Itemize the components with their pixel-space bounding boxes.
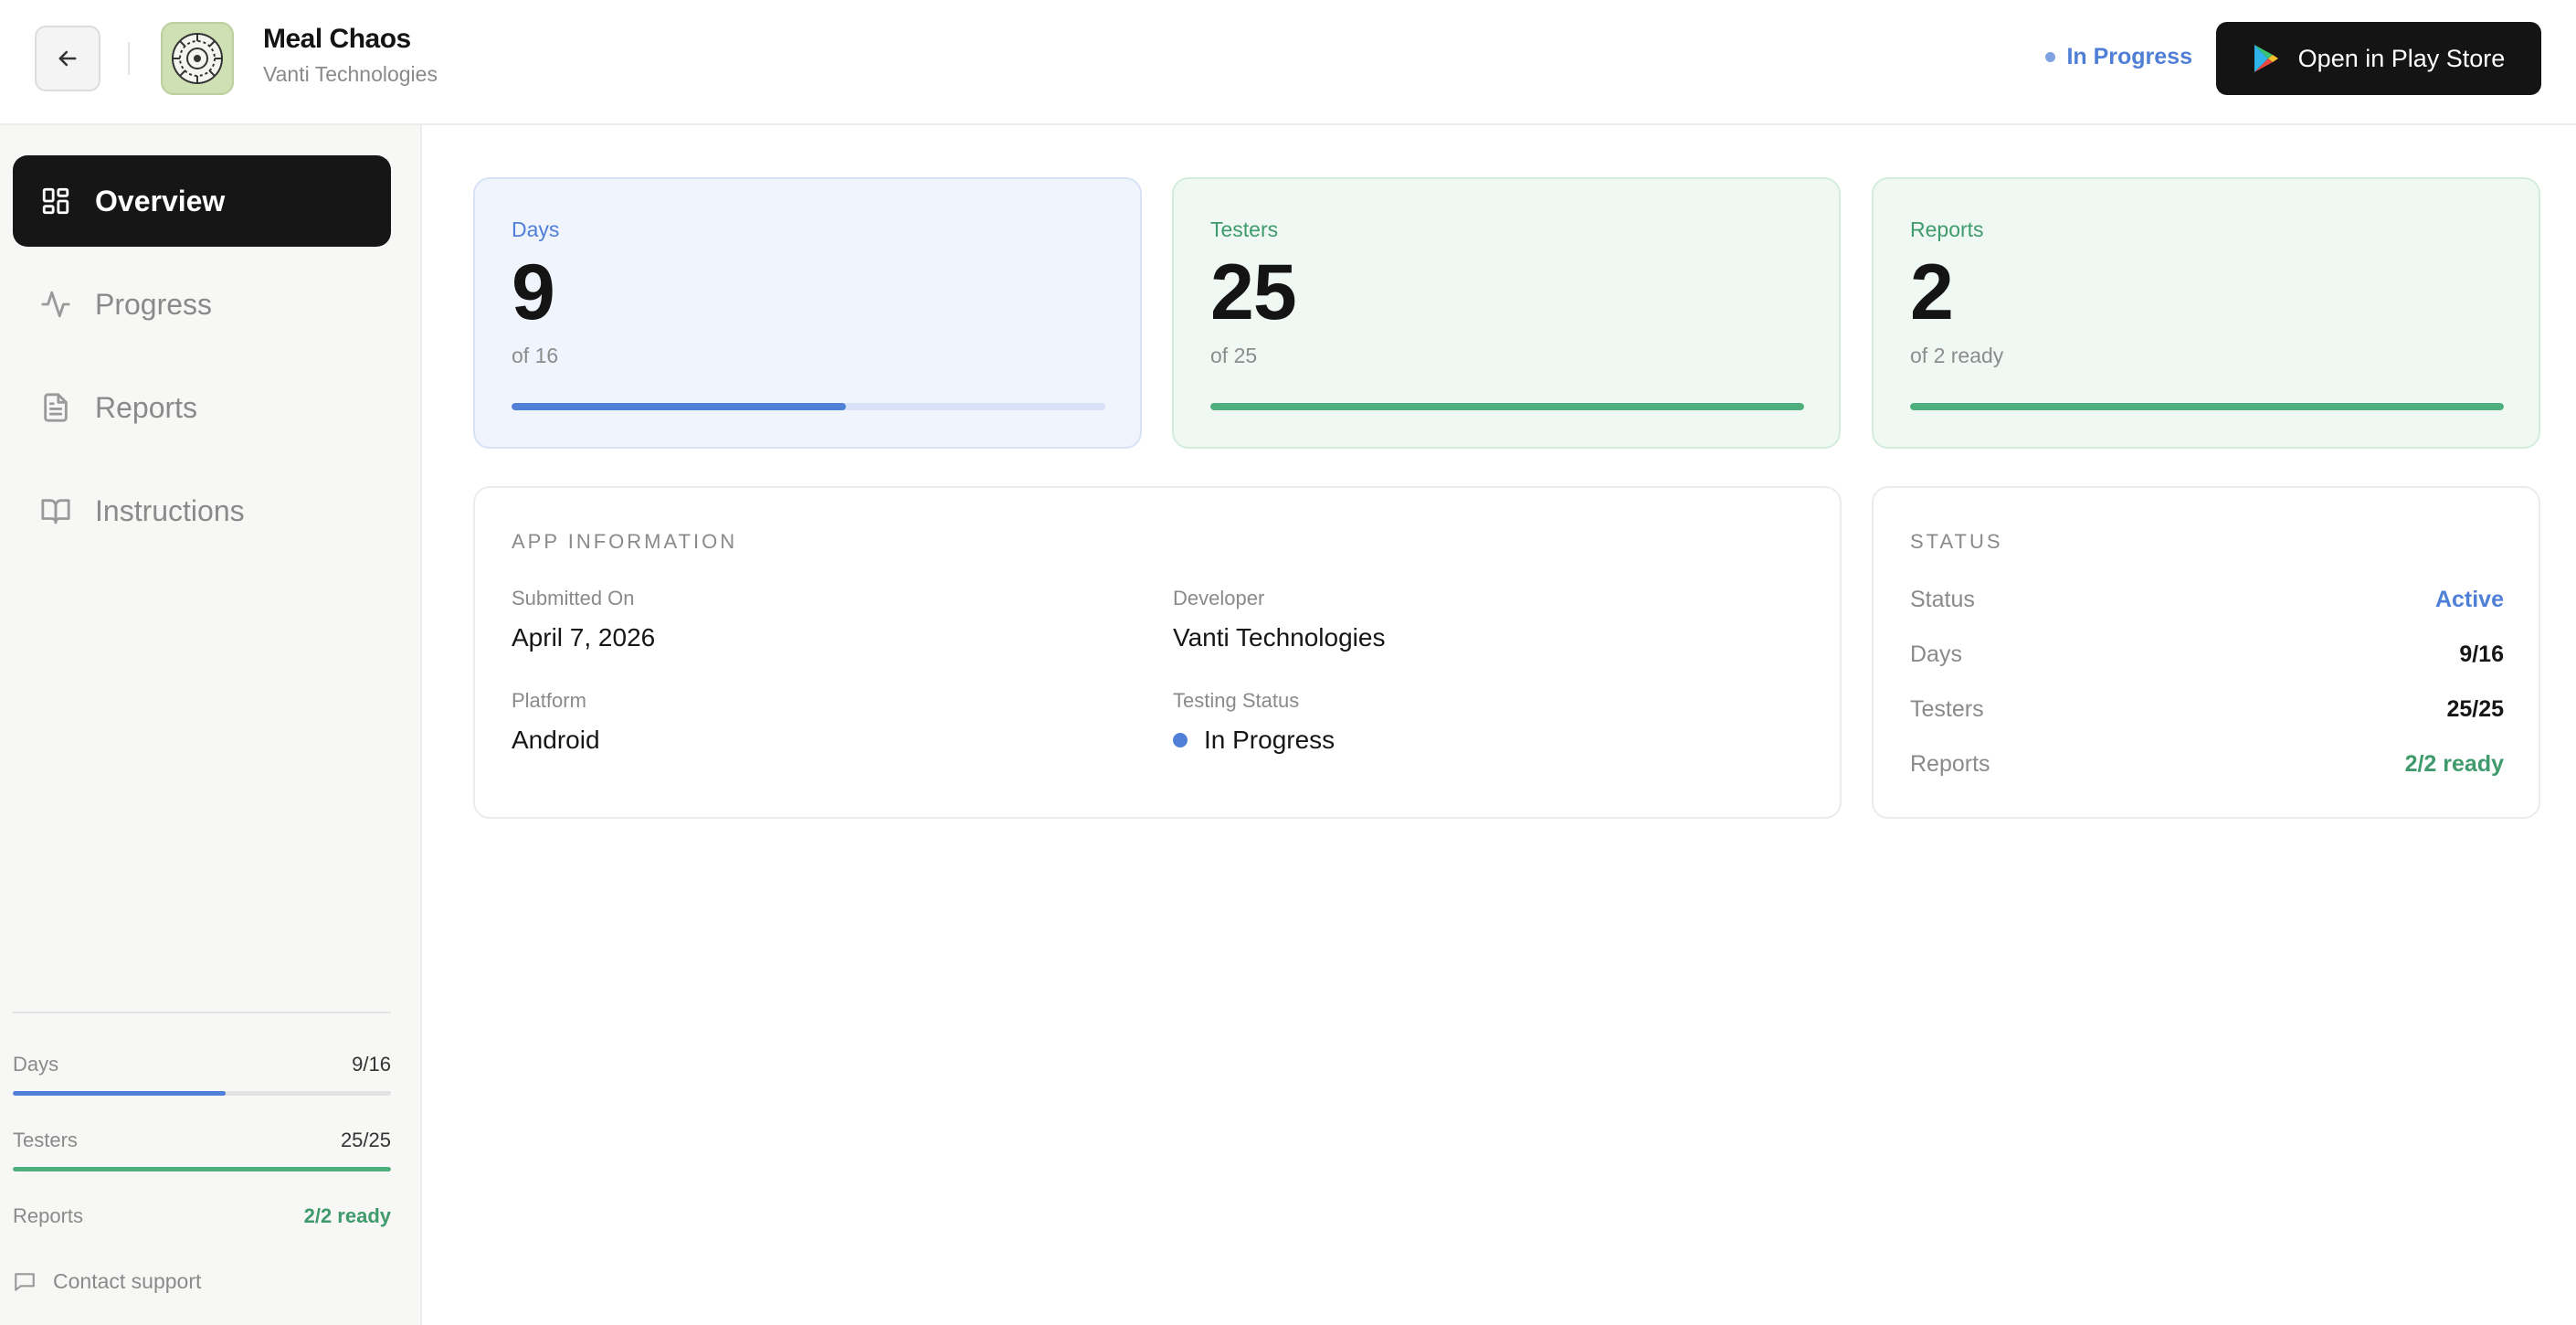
activity-icon <box>41 291 70 318</box>
contact-support-label: Contact support <box>53 1269 202 1293</box>
sidebar-reports-row: Reports 2/2 ready <box>13 1204 391 1228</box>
stat-progress-bar <box>1210 403 1804 410</box>
stat-sub: of 2 ready <box>1910 343 2004 367</box>
header-status-label: In Progress <box>2066 44 2192 69</box>
sidebar-item-label: Reports <box>95 390 198 424</box>
sidebar-item-label: Progress <box>95 287 213 321</box>
platform-value: Android <box>512 726 600 754</box>
sidebar-testers-row: Testers 25/25 <box>13 1129 391 1152</box>
testing-status-value: In Progress <box>1173 726 1335 755</box>
status-row-value: 9/16 <box>2459 641 2504 667</box>
sidebar-days-row: Days 9/16 <box>13 1053 391 1076</box>
status-row: Testers 25/25 <box>1910 696 2504 723</box>
play-store-label: Open in Play Store <box>2297 44 2506 72</box>
stat-progress-bar <box>1910 403 2504 410</box>
status-card: STATUS Status Active Days 9/16 Testers 2… <box>1872 486 2540 819</box>
open-play-store-button[interactable]: Open in Play Store <box>2216 22 2541 95</box>
stat-progress-bar <box>512 403 1105 410</box>
sidebar-item-reports[interactable]: Reports <box>13 362 391 453</box>
status-row-value: 2/2 ready <box>2404 751 2504 777</box>
header-status-badge: In Progress <box>2045 44 2192 70</box>
status-row-label: Status <box>1910 587 1975 612</box>
stat-label: Testers <box>1210 217 1279 241</box>
status-row: Reports 2/2 ready <box>1910 751 2504 778</box>
stat-label: Reports <box>1910 217 1984 241</box>
submitted-on-value: April 7, 2026 <box>512 623 656 652</box>
testers-stat-card: Testers 25 of 25 <box>1172 177 1841 449</box>
stat-sub: of 16 <box>512 343 559 367</box>
stat-progress-fill <box>1910 403 2504 410</box>
section-title: STATUS <box>1910 530 2003 553</box>
status-row-label: Reports <box>1910 751 1990 777</box>
stat-sub: of 25 <box>1210 343 1258 367</box>
sidebar-testers-progress <box>13 1167 391 1171</box>
platform-label: Platform <box>512 689 586 712</box>
developer-label: Developer <box>1173 587 1265 610</box>
sidebar-item-label: Instructions <box>95 493 245 527</box>
sidebar-days-progress <box>13 1091 391 1096</box>
contact-support-link[interactable]: Contact support <box>13 1269 201 1294</box>
status-row-label: Testers <box>1910 696 1984 722</box>
sidebar-testers-value: 25/25 <box>340 1129 391 1151</box>
sidebar-item-instructions[interactable]: Instructions <box>13 465 391 556</box>
sidebar-reports-label: Reports <box>13 1204 84 1227</box>
section-title: APP INFORMATION <box>512 530 738 553</box>
sidebar-testers-progress-fill <box>13 1167 391 1171</box>
developer-value: Vanti Technologies <box>1173 623 1386 652</box>
app-information-card: APP INFORMATION Submitted On April 7, 20… <box>473 486 1842 819</box>
sidebar-reports-value: 2/2 ready <box>303 1204 391 1227</box>
header-divider <box>128 42 130 75</box>
top-header: Meal Chaos Vanti Technologies In Progres… <box>0 0 2576 125</box>
stat-value: 25 <box>1210 249 1297 336</box>
sidebar-testers-label: Testers <box>13 1129 78 1151</box>
status-dot-icon <box>2045 52 2056 62</box>
sidebar-days-progress-fill <box>13 1091 226 1096</box>
submitted-on-label: Submitted On <box>512 587 635 610</box>
status-row-value: 25/25 <box>2446 696 2504 722</box>
document-icon <box>44 393 68 422</box>
sidebar-item-label: Overview <box>95 184 226 217</box>
stat-label: Days <box>512 217 560 241</box>
grid-icon <box>42 187 69 215</box>
sidebar-days-value: 9/16 <box>352 1053 391 1076</box>
days-stat-card: Days 9 of 16 <box>473 177 1142 449</box>
stat-value: 2 <box>1910 249 1954 336</box>
status-row: Days 9/16 <box>1910 641 2504 668</box>
status-dot-icon <box>1173 733 1188 747</box>
sidebar-divider <box>13 1012 391 1013</box>
sidebar-item-overview[interactable]: Overview <box>13 155 391 247</box>
app-developer: Vanti Technologies <box>263 62 438 86</box>
back-button[interactable] <box>35 26 100 91</box>
app-icon <box>161 22 234 95</box>
arrow-left-icon <box>58 50 77 67</box>
testing-status-text: In Progress <box>1204 726 1336 754</box>
stat-progress-fill <box>512 403 846 410</box>
message-icon <box>15 1272 35 1291</box>
testing-status-label: Testing Status <box>1173 689 1300 712</box>
stat-value: 9 <box>512 249 555 336</box>
stat-progress-fill <box>1210 403 1804 410</box>
status-row-value: Active <box>2434 587 2504 612</box>
sidebar: Overview Progress Reports Instructions D… <box>0 125 422 1325</box>
sidebar-days-label: Days <box>13 1053 59 1076</box>
status-row-label: Days <box>1910 641 1962 667</box>
sidebar-item-progress[interactable]: Progress <box>13 259 391 350</box>
play-store-icon <box>2254 45 2278 72</box>
app-logo-icon <box>172 33 223 84</box>
status-row: Status Active <box>1910 587 2504 613</box>
app-name: Meal Chaos <box>263 24 411 54</box>
book-icon <box>41 499 70 525</box>
reports-stat-card: Reports 2 of 2 ready <box>1872 177 2540 449</box>
